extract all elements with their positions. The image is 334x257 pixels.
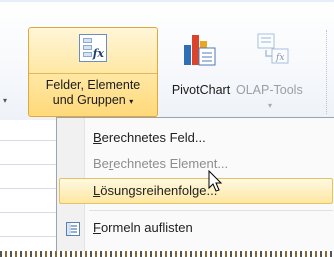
menu-item-calculated-element[interactable]: Berechnetes Element... <box>59 152 333 178</box>
menu-item-label: echnetes Element... <box>113 156 229 171</box>
pivotchart-label: PivotChart <box>171 83 231 97</box>
pivotchart-button[interactable]: PivotChart <box>168 27 234 117</box>
fields-items-sets-menu: Berechnetes Feld... Berechnetes Element.… <box>56 117 334 257</box>
menu-item-label-prefix: Be <box>93 156 109 171</box>
mouse-pointer-icon <box>208 170 223 192</box>
olap-tools-label: OLAP-Tools <box>236 83 303 97</box>
worksheet-bottom-edge <box>0 251 334 257</box>
worksheet-area <box>0 120 56 257</box>
fields-label-line1: Felder, Elemente <box>45 78 141 92</box>
chevron-down-icon[interactable]: ▾ <box>3 96 7 105</box>
fx-table-icon: fx <box>79 34 107 62</box>
svg-text:fx: fx <box>275 53 284 63</box>
pivot-chart-icon <box>184 35 216 66</box>
chevron-down-icon: ▾ <box>268 101 273 110</box>
menu-item-list-formulas[interactable]: Formeln auflisten <box>59 216 333 242</box>
mnemonic: F <box>93 220 101 235</box>
menu-item-label: ösungsreihenfolge... <box>100 183 218 198</box>
split-button-divider <box>29 73 157 74</box>
fields-label-line2: und Gruppen <box>52 93 126 107</box>
chevron-down-icon: ▾ <box>129 97 134 106</box>
menu-item-label: erechnetes Feld... <box>101 130 206 145</box>
menu-separator <box>89 210 333 211</box>
olap-tools-icon: fx <box>257 33 289 64</box>
olap-tools-button[interactable]: fx ▾ OLAP-Tools <box>236 27 334 117</box>
ribbon-group-separator <box>326 30 327 114</box>
list-formulas-icon <box>66 222 80 236</box>
ribbon-top-border <box>0 0 334 2</box>
ribbon-left-group-edge: ▾ <box>0 0 22 120</box>
fields-items-sets-label: Felder, Elemente und Gruppen ▾ <box>29 78 157 109</box>
menu-item-calculated-field[interactable]: Berechnetes Feld... <box>59 126 333 152</box>
ribbon-panel: ▾ fx Felder, Elemente und Gruppen ▾ Pivo… <box>0 0 334 120</box>
mnemonic: B <box>93 130 102 145</box>
fields-items-sets-button[interactable]: fx Felder, Elemente und Gruppen ▾ <box>28 27 158 117</box>
menu-item-label: ormeln auflisten <box>100 220 193 235</box>
menu-item-solve-order[interactable]: Lösungsreihenfolge... <box>59 178 333 204</box>
